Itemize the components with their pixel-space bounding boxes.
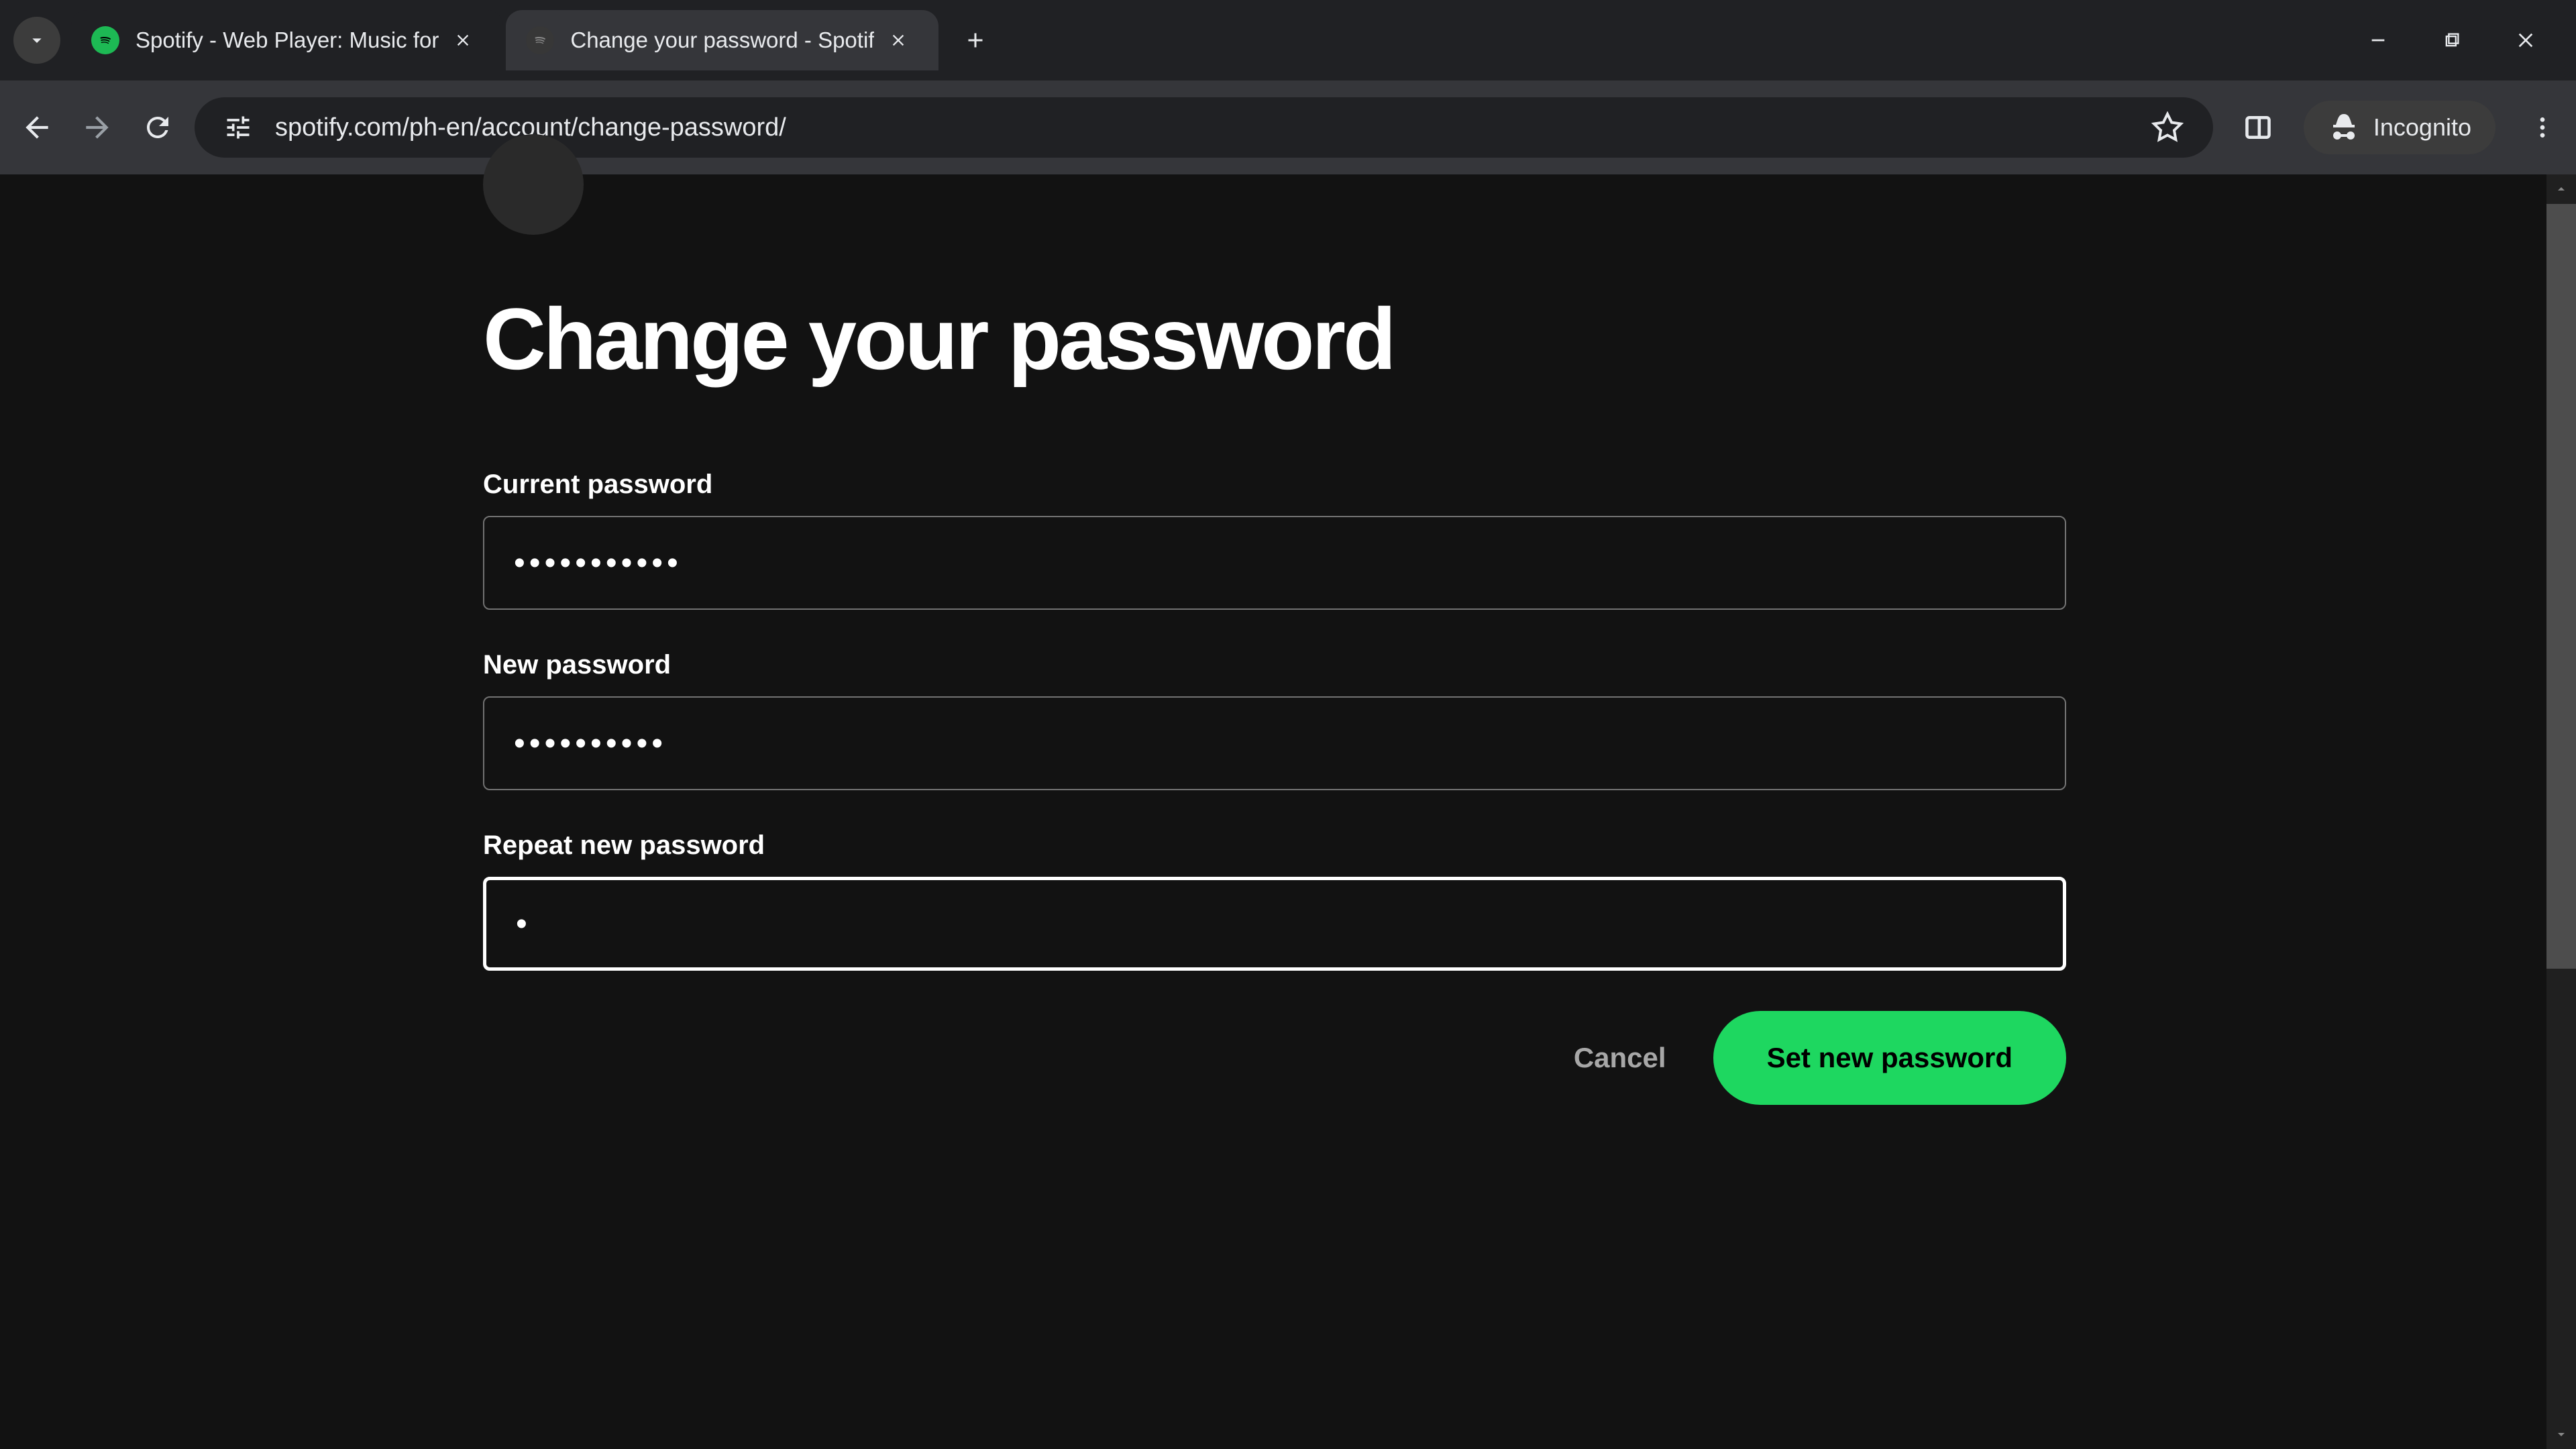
new-password-group: New password <box>483 650 2546 790</box>
maximize-button[interactable] <box>2435 23 2469 57</box>
close-window-button[interactable] <box>2509 23 2542 57</box>
tab-close-button[interactable] <box>885 27 912 54</box>
tune-icon <box>223 113 253 142</box>
incognito-label: Incognito <box>2373 113 2471 142</box>
scrollbar-down-button[interactable] <box>2546 1419 2576 1449</box>
new-password-input[interactable] <box>483 696 2066 790</box>
scrollbar[interactable] <box>2546 174 2576 1449</box>
reload-button[interactable] <box>134 104 181 151</box>
window-controls <box>2361 23 2563 57</box>
more-vert-icon <box>2529 114 2556 141</box>
current-password-group: Current password <box>483 470 2546 610</box>
current-password-input[interactable] <box>483 516 2066 610</box>
close-icon <box>889 31 908 50</box>
bookmark-button[interactable] <box>2149 109 2186 146</box>
tab-spotify-player[interactable]: Spotify - Web Player: Music for <box>71 10 503 70</box>
set-new-password-button[interactable]: Set new password <box>1713 1011 2066 1105</box>
close-icon <box>453 31 472 50</box>
site-settings-button[interactable] <box>221 111 255 144</box>
form-actions: Cancel Set new password <box>483 1011 2066 1105</box>
new-password-label: New password <box>483 650 2546 680</box>
current-password-label: Current password <box>483 470 2546 500</box>
incognito-indicator[interactable]: Incognito <box>2304 101 2496 154</box>
chevron-up-icon <box>2553 181 2569 197</box>
scrollbar-up-button[interactable] <box>2546 174 2576 204</box>
arrow-left-icon <box>20 111 54 144</box>
plus-icon <box>963 28 987 52</box>
close-icon <box>2515 30 2536 51</box>
incognito-icon <box>2328 111 2360 144</box>
browser-menu-button[interactable] <box>2522 107 2563 148</box>
url-text: spotify.com/ph-en/account/change-passwor… <box>275 113 2129 142</box>
panel-icon <box>2243 113 2273 142</box>
tab-title: Change your password - Spotif <box>570 28 874 53</box>
chevron-down-icon <box>2553 1426 2569 1442</box>
tab-title: Spotify - Web Player: Music for <box>136 28 439 53</box>
star-icon <box>2151 111 2184 144</box>
cancel-button[interactable]: Cancel <box>1574 1042 1666 1074</box>
minimize-icon <box>2367 30 2389 51</box>
browser-titlebar: Spotify - Web Player: Music for Change y… <box>0 0 2576 80</box>
spotify-favicon-icon <box>526 26 554 54</box>
browser-toolbar: spotify.com/ph-en/account/change-passwor… <box>0 80 2576 174</box>
back-button[interactable] <box>13 104 60 151</box>
scrollbar-thumb[interactable] <box>2546 204 2576 969</box>
maximize-icon <box>2443 31 2461 50</box>
profile-avatar[interactable] <box>483 174 584 235</box>
spotify-favicon-icon <box>91 26 119 54</box>
search-tabs-button[interactable] <box>13 17 60 64</box>
repeat-password-input[interactable] <box>483 877 2066 971</box>
arrow-right-icon <box>80 111 114 144</box>
reload-icon <box>142 111 174 144</box>
new-tab-button[interactable] <box>952 17 999 64</box>
forward-button[interactable] <box>74 104 121 151</box>
page-title: Change your password <box>483 288 2546 389</box>
repeat-password-group: Repeat new password <box>483 830 2546 971</box>
tab-change-password[interactable]: Change your password - Spotif <box>506 10 938 70</box>
repeat-password-label: Repeat new password <box>483 830 2546 861</box>
page-body: Change your password Current password Ne… <box>0 174 2576 1449</box>
side-panel-button[interactable] <box>2240 109 2277 146</box>
tab-close-button[interactable] <box>449 27 476 54</box>
minimize-button[interactable] <box>2361 23 2395 57</box>
main-content: Change your password Current password Ne… <box>0 174 2546 1449</box>
chevron-down-icon <box>26 30 48 51</box>
